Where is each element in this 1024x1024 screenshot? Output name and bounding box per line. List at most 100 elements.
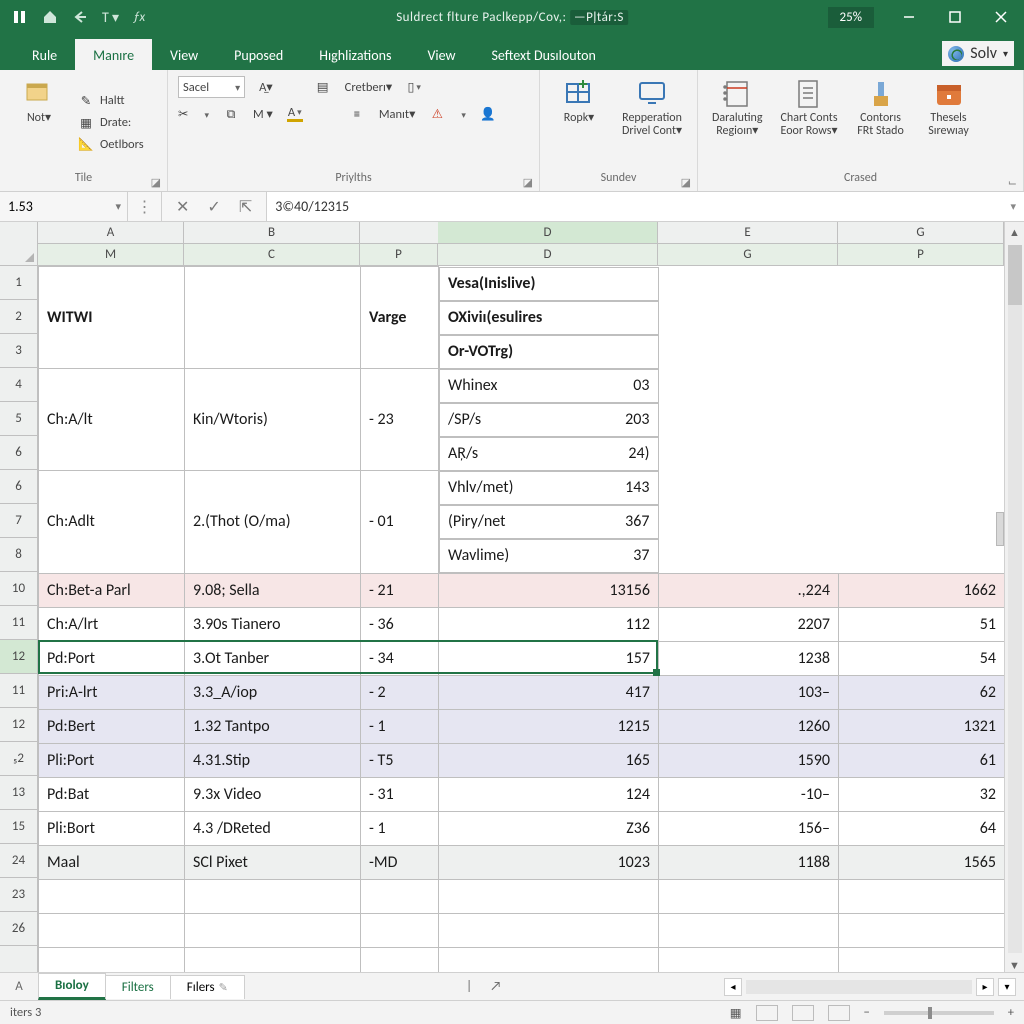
cell[interactable] — [659, 913, 839, 947]
cell[interactable]: Ch:A/lrt — [39, 607, 185, 641]
cell[interactable]: 9.08; Sella — [185, 573, 361, 607]
tab-highlizations[interactable]: Hıghlizations — [301, 39, 409, 70]
oetlbors-button[interactable]: 📐Oetlbors — [78, 137, 144, 153]
cell[interactable]: 3.3_A/iop — [185, 675, 361, 709]
cell[interactable] — [361, 947, 439, 972]
cut-icon[interactable]: ✂ — [178, 106, 188, 122]
row-header[interactable]: 26 — [0, 912, 37, 946]
cretberi-button[interactable]: Cretberı▾ — [345, 79, 393, 95]
cell[interactable] — [39, 947, 185, 972]
cell[interactable]: - 23 — [361, 369, 439, 471]
app-menu-icon[interactable] — [12, 9, 28, 25]
back-icon[interactable] — [72, 9, 88, 25]
solv-button[interactable]: Solv ▾ — [942, 41, 1014, 66]
page-break-button[interactable] — [828, 1005, 850, 1021]
cell[interactable]: Ch:Bet-a Parl — [39, 573, 185, 607]
cell[interactable]: Pd:Bert — [39, 709, 185, 743]
row-header[interactable]: ₅2 — [0, 742, 37, 776]
cell[interactable]: 4.31.Stip — [185, 743, 361, 777]
align-icon[interactable]: ≡ — [349, 106, 365, 122]
row-header[interactable]: 11 — [0, 606, 37, 640]
row-header[interactable]: 24 — [0, 844, 37, 878]
minimize-button[interactable] — [886, 0, 932, 34]
dialog-launcher-icon[interactable]: ◪ — [523, 176, 533, 189]
cell[interactable]: Pli:Bort — [39, 811, 185, 845]
grid-icon[interactable]: ▦ — [730, 1005, 742, 1021]
cell[interactable]: Varge — [361, 267, 439, 369]
cell[interactable]: Or-VOTrg) — [439, 335, 659, 369]
contoris-button[interactable]: ContorısFRt Stado — [852, 76, 910, 169]
cell[interactable]: 112 — [439, 607, 659, 641]
col-B[interactable]: B — [184, 222, 360, 243]
cell[interactable]: - 01 — [361, 471, 439, 574]
person-icon[interactable]: 👤 — [480, 106, 496, 122]
row-header[interactable]: 4 — [0, 368, 37, 402]
sheet-tab-filers[interactable]: Fılers✎ — [170, 975, 245, 999]
cell[interactable]: Ch:Adlt — [39, 471, 185, 574]
t-dropdown-icon[interactable]: T ▾ — [102, 9, 119, 26]
cell[interactable]: SCl Pixet — [185, 845, 361, 879]
dropdown-icon[interactable]: ▯ — [406, 79, 422, 95]
cell[interactable]: 9.3x Video — [185, 777, 361, 811]
cell[interactable]: 124 — [439, 777, 659, 811]
tab-view1[interactable]: View — [152, 39, 216, 70]
cell[interactable]: 1215 — [439, 709, 659, 743]
chart-conts-button[interactable]: Chart ContsEoor Rows▾ — [777, 76, 842, 169]
cell[interactable]: -10– — [659, 777, 839, 811]
cell[interactable]: 4.3 /DReted — [185, 811, 361, 845]
cell[interactable]: WITWI — [39, 267, 185, 369]
scroll-thumb[interactable] — [1008, 245, 1022, 305]
row-header[interactable]: 12 — [0, 640, 37, 674]
font-size-button[interactable]: A̲▾ — [259, 79, 273, 95]
enter-icon[interactable]: ✓ — [207, 197, 220, 217]
cell[interactable] — [839, 913, 1005, 947]
formula-input[interactable]: 3©40/12315▾ — [267, 192, 1024, 221]
cell[interactable]: Pli:Port — [39, 743, 185, 777]
dialog-launcher-icon[interactable]: ◪ — [151, 176, 161, 189]
cell[interactable]: 1565 — [839, 845, 1005, 879]
col2-M[interactable]: M — [38, 244, 184, 265]
col2-D[interactable]: D — [438, 244, 658, 265]
cell[interactable]: (Piry/net367 — [439, 505, 659, 539]
cell[interactable] — [185, 947, 361, 972]
cell[interactable]: 1023 — [439, 845, 659, 879]
cell[interactable]: 1662 — [839, 573, 1005, 607]
cell[interactable]: Wavlime)37 — [439, 539, 659, 573]
fill-icon[interactable]: A — [287, 106, 303, 122]
row-header[interactable]: 7 — [0, 504, 37, 538]
tab-rule[interactable]: Rule — [14, 39, 75, 70]
home-icon[interactable] — [42, 9, 58, 25]
row-header[interactable]: 6 — [0, 470, 37, 504]
cell[interactable]: 417 — [439, 675, 659, 709]
cell[interactable]: AŖ/s24) — [439, 437, 659, 471]
cell[interactable]: 1321 — [839, 709, 1005, 743]
col-A[interactable]: A — [38, 222, 184, 243]
data-table[interactable]: WITWIVargeVesa(Inislive)OXiviı(esuliresO… — [38, 266, 1004, 972]
cell[interactable] — [361, 913, 439, 947]
cancel-icon[interactable]: ✕ — [176, 197, 189, 217]
cut-dd[interactable] — [202, 107, 209, 122]
cell[interactable]: - 34 — [361, 641, 439, 675]
tab-view2[interactable]: View — [409, 39, 473, 70]
cell[interactable]: /SP/s203 — [439, 403, 659, 437]
cell[interactable] — [185, 913, 361, 947]
cell[interactable]: 3.Ot Tanber — [185, 641, 361, 675]
cell[interactable]: Pri:A-lrt — [39, 675, 185, 709]
cell[interactable]: 103– — [659, 675, 839, 709]
normal-view-button[interactable] — [756, 1005, 778, 1021]
m-button[interactable]: M ▾ — [253, 106, 273, 122]
dialog-launcher-icon[interactable]: ◪ — [681, 176, 691, 189]
launch-icon[interactable]: ↗ — [490, 979, 501, 994]
zoom-in-icon[interactable]: + — [1008, 1005, 1014, 1020]
cell[interactable]: - T5 — [361, 743, 439, 777]
cell[interactable]: 13156 — [439, 573, 659, 607]
note-button[interactable]: Not▾ — [10, 76, 68, 169]
cell[interactable]: Pd:Bat — [39, 777, 185, 811]
cell[interactable]: Z36 — [439, 811, 659, 845]
row-header[interactable]: 1 — [0, 266, 37, 300]
expand-formula-icon[interactable]: ▾ — [1010, 200, 1016, 213]
daraluting-button[interactable]: DaralutingRegioın▾ — [708, 76, 767, 169]
repperation-button[interactable]: RepperationDrivel Cont▾ — [618, 76, 686, 169]
cell[interactable]: Pd:Port — [39, 641, 185, 675]
row-header[interactable]: 10 — [0, 572, 37, 606]
